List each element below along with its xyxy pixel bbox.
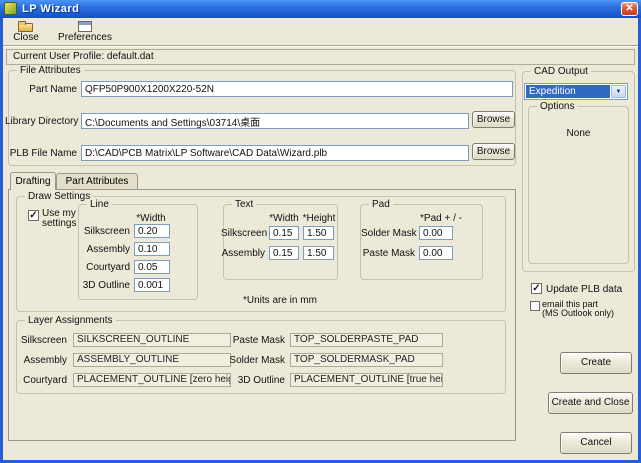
options-none-text: None <box>528 128 629 139</box>
cad-output-selected-value: Expedition <box>526 85 610 98</box>
part-name-label: Part Name <box>5 84 77 95</box>
plb-browse-button[interactable]: Browse <box>472 143 515 160</box>
tab-part-attributes[interactable]: Part Attributes <box>56 173 138 189</box>
use-my-settings-checkbox[interactable]: ✓ <box>28 210 39 221</box>
library-directory-label: Library Directory <box>5 116 77 127</box>
create-button[interactable]: Create <box>560 352 632 374</box>
part-name-input[interactable] <box>81 81 513 97</box>
dialog-client-area: Close Preferences Current User Profile: … <box>3 18 638 460</box>
line-width-header: *Width <box>131 213 171 224</box>
text-assembly-width-input[interactable] <box>269 246 299 260</box>
pad-group-label: Pad <box>369 199 393 210</box>
toolbar-close-label: Close <box>5 32 47 43</box>
create-and-close-button[interactable]: Create and Close <box>548 392 633 414</box>
layer-paste-mask-value: TOP_SOLDERPASTE_PAD <box>290 333 443 347</box>
library-browse-button[interactable]: Browse <box>472 111 515 128</box>
pad-solder-mask-label: Solder Mask <box>361 228 415 239</box>
lp-wizard-window: LP Wizard ✕ Close Preferences Current Us… <box>0 0 641 463</box>
line-assembly-width-input[interactable] <box>134 242 170 256</box>
file-attributes-group-label: File Attributes <box>17 65 84 76</box>
window-close-button[interactable]: ✕ <box>621 2 638 16</box>
line-silkscreen-width-input[interactable] <box>134 224 170 238</box>
options-group-label: Options <box>537 101 577 112</box>
email-part-label-line2: (MS Outlook only) <box>542 308 614 319</box>
layer-courtyard-value: PLACEMENT_OUTLINE [zero height] <box>73 373 231 387</box>
layer-assembly-value: ASSEMBLY_OUTLINE <box>73 353 231 367</box>
plb-file-name-input[interactable] <box>81 145 469 161</box>
cancel-button[interactable]: Cancel <box>560 432 632 454</box>
cad-output-group-label: CAD Output <box>531 66 591 77</box>
text-height-header: *Height <box>302 213 336 224</box>
line-courtyard-label: Courtyard <box>76 262 130 273</box>
current-user-profile-bar: Current User Profile: default.dat <box>6 49 635 65</box>
tab-drafting[interactable]: Drafting <box>10 172 56 190</box>
draw-settings-group-label: Draw Settings <box>25 191 93 202</box>
pad-paste-mask-input[interactable] <box>419 246 453 260</box>
layer-3d-outline-value: PLACEMENT_OUTLINE [true height] <box>290 373 443 387</box>
units-note: *Units are in mm <box>243 295 317 306</box>
pad-paste-mask-label: Paste Mask <box>361 248 415 259</box>
text-group-label: Text <box>232 199 256 210</box>
preferences-icon <box>78 21 92 32</box>
text-assembly-height-input[interactable] <box>303 246 334 260</box>
text-width-header: *Width <box>267 213 301 224</box>
layer-silkscreen-value: SILKSCREEN_OUTLINE <box>73 333 231 347</box>
dropdown-button[interactable]: ▼ <box>611 85 626 98</box>
toolbar-preferences-button[interactable]: Preferences <box>47 19 123 43</box>
layer-assembly-label: Assembly <box>11 355 67 366</box>
layer-solder-mask-value: TOP_SOLDERMASK_PAD <box>290 353 443 367</box>
line-silkscreen-label: Silkscreen <box>76 226 130 237</box>
window-title: LP Wizard <box>22 3 79 15</box>
layer-3d-outline-label: 3D Outline <box>225 375 285 386</box>
update-plb-checkbox[interactable]: ✓ <box>531 283 542 294</box>
pad-header: *Pad + / - <box>413 213 469 224</box>
close-folder-icon <box>18 23 33 32</box>
pad-solder-mask-input[interactable] <box>419 226 453 240</box>
line-courtyard-width-input[interactable] <box>134 260 170 274</box>
text-silkscreen-label: Silkscreen <box>221 228 265 239</box>
title-bar[interactable]: LP Wizard ✕ <box>0 0 641 18</box>
line-3d-outline-label: 3D Outline <box>76 280 130 291</box>
text-silkscreen-height-input[interactable] <box>303 226 334 240</box>
checkmark-icon: ✓ <box>29 210 37 221</box>
email-part-checkbox[interactable] <box>530 301 540 311</box>
cad-output-dropdown[interactable]: Expedition ▼ <box>524 83 628 100</box>
layer-assignments-group-label: Layer Assignments <box>25 315 116 326</box>
library-directory-input[interactable] <box>81 113 469 129</box>
update-plb-label: Update PLB data <box>546 284 622 295</box>
toolbar-separator-highlight <box>3 46 638 47</box>
layer-solder-mask-label: Solder Mask <box>225 355 285 366</box>
checkmark-icon: ✓ <box>532 283 540 294</box>
close-icon: ✕ <box>625 3 633 14</box>
app-icon <box>4 2 17 15</box>
line-3d-outline-width-input[interactable] <box>134 278 170 292</box>
plb-file-name-label: PLB File Name <box>5 148 77 159</box>
text-silkscreen-width-input[interactable] <box>269 226 299 240</box>
text-assembly-label: Assembly <box>221 248 265 259</box>
toolbar-close-button[interactable]: Close <box>5 19 47 43</box>
layer-paste-mask-label: Paste Mask <box>225 335 285 346</box>
line-assembly-label: Assembly <box>76 244 130 255</box>
line-group-label: Line <box>87 199 112 210</box>
toolbar-preferences-label: Preferences <box>47 32 123 43</box>
chevron-down-icon: ▼ <box>616 89 622 95</box>
layer-silkscreen-label: Silkscreen <box>11 335 67 346</box>
layer-courtyard-label: Courtyard <box>11 375 67 386</box>
